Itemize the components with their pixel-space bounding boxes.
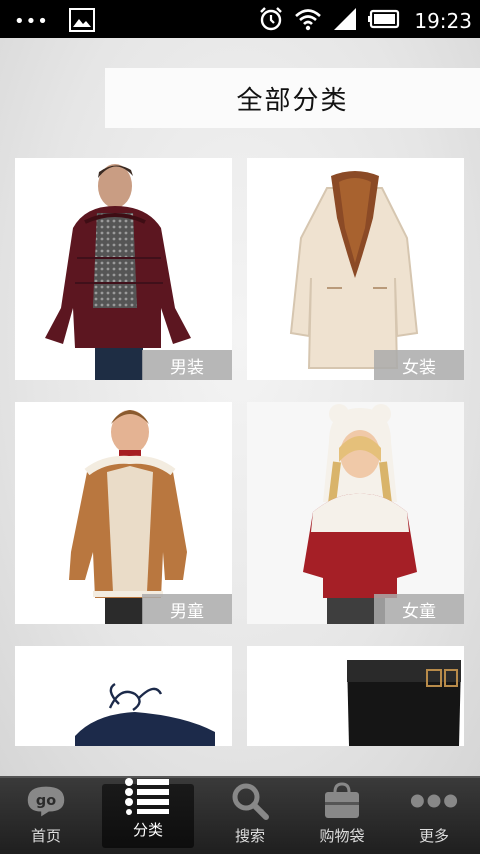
tab-more[interactable]: 更多 [388, 778, 480, 854]
title-bar: 全部分类 [105, 68, 480, 128]
tab-label: 购物袋 [319, 827, 365, 845]
category-card-women[interactable]: 女装 [247, 158, 464, 380]
category-label: 男童 [142, 594, 232, 624]
battery-icon [368, 9, 400, 33]
more-dots-icon: ••• [14, 11, 49, 32]
tab-home[interactable]: go 首页 [0, 778, 92, 854]
category-label: 女童 [374, 594, 464, 624]
boots-photo [247, 646, 464, 746]
category-card-girls[interactable]: 女童 [247, 402, 464, 624]
signal-icon [332, 7, 358, 35]
shopping-bag-icon [318, 781, 366, 821]
status-time: 19:23 [414, 9, 472, 33]
girls-hoodie-photo [247, 402, 464, 624]
category-label: 男装 [142, 350, 232, 380]
tab-label: 搜索 [234, 827, 265, 845]
page-title: 全部分类 [236, 85, 349, 116]
tab-label: 分类 [132, 821, 163, 839]
shoes-photo [15, 646, 232, 746]
tab-category[interactable]: 分类 [102, 778, 194, 848]
svg-text:go: go [36, 793, 56, 809]
category-card-men[interactable]: 男装 [15, 158, 232, 380]
category-card-shoes[interactable] [15, 646, 232, 746]
more-icon [410, 781, 458, 821]
tab-shopping-bag[interactable]: 购物袋 [296, 778, 388, 854]
tab-search[interactable]: 搜索 [204, 778, 296, 854]
tab-label: 更多 [418, 827, 449, 845]
boys-coat-photo [15, 402, 232, 624]
alarm-icon [258, 6, 284, 36]
wifi-icon [294, 7, 322, 35]
list-icon [124, 777, 172, 815]
category-card-boots[interactable] [247, 646, 464, 746]
go-home-icon: go [22, 781, 70, 821]
search-icon [226, 781, 274, 821]
tab-label: 首页 [30, 827, 61, 845]
status-bar: ••• 19:23 [0, 0, 480, 38]
category-label: 女装 [374, 350, 464, 380]
category-page: 全部分类 男装 女装 男童 女童 [0, 38, 480, 776]
men-jacket-photo [15, 158, 232, 380]
women-coat-photo [247, 158, 464, 380]
category-card-boys[interactable]: 男童 [15, 402, 232, 624]
bottom-tab-bar: go 首页 分类 搜索 购物袋 更多 [0, 776, 480, 854]
image-notification-icon [68, 8, 95, 36]
